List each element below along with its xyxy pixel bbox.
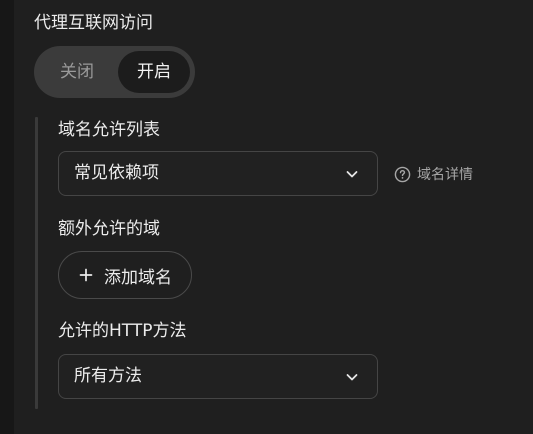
toggle-option-off[interactable]: 关闭: [42, 51, 112, 93]
http-methods-label: 允许的HTTP方法: [58, 321, 187, 341]
proxy-access-toggle[interactable]: 关闭 开启: [34, 46, 195, 98]
question-circle-icon: [394, 166, 411, 182]
add-domain-label: 添加域名: [104, 267, 172, 288]
domain-details-label: 域名详情: [417, 167, 473, 183]
domain-details-link[interactable]: 域名详情: [394, 163, 473, 185]
add-domain-button[interactable]: 添加域名: [58, 251, 192, 299]
chevron-down-icon: [346, 171, 358, 178]
domain-allowlist-value: 常见依赖项: [74, 163, 159, 183]
domain-allowlist-select[interactable]: 常见依赖项: [58, 151, 378, 196]
toggle-option-on[interactable]: 开启: [118, 51, 190, 93]
plus-icon: [79, 268, 93, 282]
indent-divider: [35, 117, 38, 409]
extra-domains-label: 额外允许的域: [58, 219, 160, 239]
http-methods-select[interactable]: 所有方法: [58, 354, 378, 399]
proxy-internet-access-title: 代理互联网访问: [34, 13, 153, 33]
chevron-down-icon: [346, 374, 358, 381]
http-methods-value: 所有方法: [74, 366, 142, 386]
domain-allowlist-label: 域名允许列表: [58, 120, 160, 140]
